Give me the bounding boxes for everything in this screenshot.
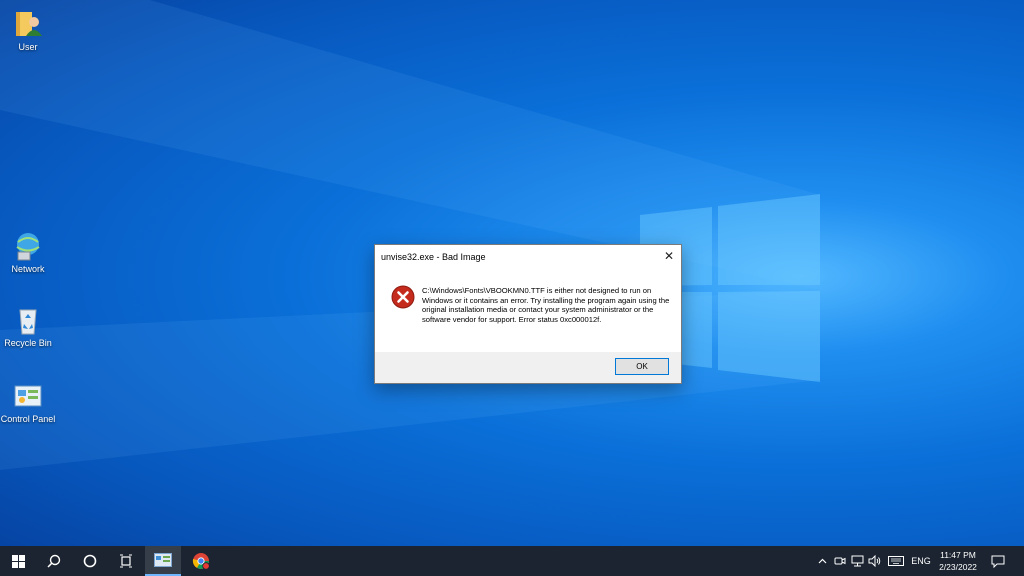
windows-logo-icon: [11, 554, 25, 568]
keyboard-icon: [888, 556, 904, 566]
dialog-title: unvise32.exe - Bad Image: [381, 252, 486, 262]
tray-meet-now[interactable]: [832, 546, 848, 576]
error-dialog: unvise32.exe - Bad Image ✕ C:\Windows\Fo…: [374, 244, 682, 384]
dialog-message: C:\Windows\Fonts\VBOOKMN0.TTF is either …: [422, 286, 670, 324]
network-status-icon: [851, 555, 863, 567]
ok-button[interactable]: OK: [615, 358, 669, 375]
taskbar-app-control-panel[interactable]: [145, 546, 181, 576]
desktop-icon-label: Recycle Bin: [4, 338, 52, 348]
start-button[interactable]: [0, 546, 36, 576]
clock[interactable]: 11:47 PM 2/23/2022: [932, 549, 984, 573]
recycle-bin-icon: [12, 304, 44, 336]
meet-now-icon: [834, 557, 846, 565]
notification-icon: [991, 555, 1005, 568]
cortana-button[interactable]: [72, 546, 108, 576]
control-panel-icon: [12, 380, 44, 412]
desktop-icon-label: Network: [11, 264, 45, 274]
task-view-icon: [120, 554, 132, 568]
chrome-icon: [192, 553, 210, 570]
chevron-up-icon: [818, 558, 826, 564]
clock-time: 11:47 PM: [940, 550, 976, 560]
tray-volume[interactable]: [866, 546, 882, 576]
cortana-icon: [83, 554, 97, 568]
error-icon: [391, 285, 415, 309]
search-icon: [47, 554, 61, 568]
clock-date: 2/23/2022: [939, 562, 977, 572]
taskbar: ENG 11:47 PM 2/23/2022: [0, 546, 1024, 576]
desktop-icon-network[interactable]: Network: [0, 230, 56, 275]
show-hidden-icons-button[interactable]: [814, 546, 830, 576]
desktop-icon-control-panel[interactable]: Control Panel: [0, 380, 56, 425]
desktop-icon-label: User: [18, 42, 38, 52]
volume-icon: [868, 555, 880, 567]
close-icon[interactable]: ✕: [661, 248, 677, 264]
tray-network[interactable]: [849, 546, 865, 576]
desktop-icon-recycle-bin[interactable]: Recycle Bin: [0, 304, 56, 349]
taskbar-app-chrome[interactable]: [183, 546, 219, 576]
tray-touch-keyboard[interactable]: [886, 546, 906, 576]
desktop-icon-user[interactable]: User: [0, 8, 56, 53]
desktop-icon-label: Control Panel: [0, 414, 56, 424]
search-button[interactable]: [36, 546, 72, 576]
action-center-button[interactable]: [988, 546, 1008, 576]
app-window-icon: [154, 553, 172, 567]
user-folder-icon: [12, 8, 44, 40]
input-language[interactable]: ENG: [908, 546, 934, 576]
task-view-button[interactable]: [108, 546, 144, 576]
dialog-footer: OK: [375, 352, 681, 383]
network-icon: [12, 230, 44, 262]
